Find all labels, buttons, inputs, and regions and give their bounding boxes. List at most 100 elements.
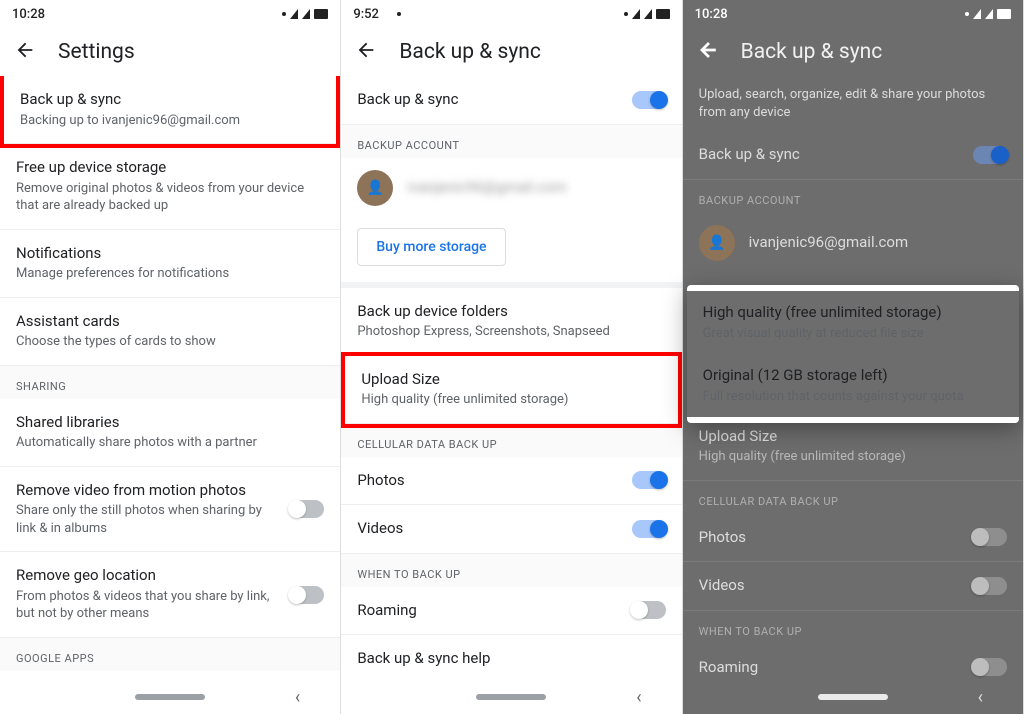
app-bar: Back up & sync <box>683 28 1023 76</box>
status-bar: 10:28 <box>0 0 340 28</box>
row-subtitle: Backing up to ivanjenic96@gmail.com <box>20 112 320 130</box>
toggle-backup-sync <box>973 146 1007 164</box>
row-remove-geo[interactable]: Remove geo location From photos & videos… <box>0 552 340 638</box>
row-title: Upload Size <box>361 370 661 390</box>
option-title: Original (12 GB storage left) <box>703 366 1003 386</box>
row-assistant-cards[interactable]: Assistant cards Choose the types of card… <box>0 298 340 366</box>
row-title: Roaming <box>699 658 963 678</box>
settings-list: Back up & sync Backing up to ivanjenic96… <box>0 76 340 680</box>
row-device-folders[interactable]: Back up device folders Photoshop Express… <box>341 288 681 356</box>
row-title: Back up & sync <box>699 145 963 165</box>
avatar: 👤 <box>357 170 393 206</box>
row-google-drive[interactable]: Google Drive Sync photos & videos from G… <box>0 671 340 680</box>
section-google-apps: GOOGLE APPS <box>0 638 340 671</box>
section-cellular: CELLULAR DATA BACK UP <box>341 424 681 457</box>
back-arrow-icon[interactable] <box>355 39 377 65</box>
row-videos-cellular: Videos <box>683 562 1023 611</box>
row-backup-sync-toggle: Back up & sync <box>683 131 1023 180</box>
row-backup-account[interactable]: 👤 ivanjenic96@gmail.com <box>341 158 681 218</box>
nav-home-pill[interactable] <box>476 694 546 700</box>
status-bar: 10:28 <box>683 0 1023 28</box>
option-original[interactable]: Original (12 GB storage left) Full resol… <box>687 354 1019 417</box>
phone-settings: 10:28 Settings Back up & sync Backing up… <box>0 0 341 714</box>
row-title: Upload Size <box>699 427 1007 447</box>
status-bar: 9:52 <box>341 0 681 28</box>
row-remove-motion[interactable]: Remove video from motion photos Share on… <box>0 467 340 553</box>
option-subtitle: Great visual quality at reduced file siz… <box>703 325 1003 343</box>
toggle-remove-motion[interactable] <box>290 500 324 518</box>
row-shared-libraries[interactable]: Shared libraries Automatically share pho… <box>0 399 340 467</box>
toggle-photos-cellular <box>973 528 1007 546</box>
back-arrow-icon[interactable] <box>697 39 719 65</box>
row-title: Notifications <box>16 244 324 264</box>
signal-icon <box>973 9 981 19</box>
row-subtitle: Automatically share photos with a partne… <box>16 434 324 452</box>
page-title: Back up & sync <box>741 40 883 64</box>
buy-more-storage-button[interactable]: Buy more storage <box>357 228 505 266</box>
row-backup-help[interactable]: Back up & sync help <box>341 635 681 680</box>
section-sharing: SHARING <box>0 366 340 399</box>
status-dot-icon <box>624 12 628 16</box>
page-title: Settings <box>58 40 135 64</box>
nav-back-icon[interactable]: ‹ <box>978 687 983 708</box>
highlight-upload-size: Upload Size High quality (free unlimited… <box>341 352 681 428</box>
option-high-quality[interactable]: High quality (free unlimited storage) Gr… <box>687 291 1019 354</box>
clock-text: 10:28 <box>12 7 45 22</box>
nav-home-pill[interactable] <box>135 694 205 700</box>
row-backup-sync-toggle[interactable]: Back up & sync <box>341 76 681 125</box>
row-title: Free up device storage <box>16 158 324 178</box>
row-title: Videos <box>357 519 621 539</box>
signal-icon <box>985 9 993 19</box>
section-cellular: CELLULAR DATA BACK UP <box>683 481 1023 514</box>
row-videos-cellular[interactable]: Videos <box>341 505 681 554</box>
option-subtitle: Full resolution that counts against your… <box>703 388 1003 406</box>
toggle-roaming[interactable] <box>632 601 666 619</box>
account-email: ivanjenic96@gmail.com <box>749 233 908 253</box>
clock-text: 10:28 <box>695 7 728 22</box>
row-subtitle: Photoshop Express, Screenshots, Snapseed <box>357 323 665 341</box>
app-bar: Back up & sync <box>341 28 681 76</box>
row-title: Back up device folders <box>357 302 665 322</box>
row-photos-cellular[interactable]: Photos <box>341 457 681 506</box>
row-notifications[interactable]: Notifications Manage preferences for not… <box>0 230 340 298</box>
row-backup-sync[interactable]: Back up & sync Backing up to ivanjenic96… <box>4 76 336 144</box>
row-free-up-storage[interactable]: Free up device storage Remove original p… <box>0 144 340 230</box>
page-title: Back up & sync <box>399 40 541 64</box>
row-title: Photos <box>699 528 963 548</box>
row-subtitle: Remove original photos & videos from you… <box>16 180 324 215</box>
status-dot-icon <box>397 12 401 16</box>
status-dot-icon <box>965 12 969 16</box>
signal-icon <box>290 9 298 19</box>
nav-back-icon[interactable]: ‹ <box>295 687 300 708</box>
row-subtitle: Choose the types of cards to show <box>16 333 324 351</box>
clock-text: 9:52 <box>353 7 379 22</box>
toggle-roaming <box>973 658 1007 676</box>
toggle-videos-cellular[interactable] <box>632 520 666 538</box>
account-email: ivanjenic96@gmail.com <box>407 178 566 198</box>
option-title: High quality (free unlimited storage) <box>703 303 1003 323</box>
row-subtitle: High quality (free unlimited storage) <box>361 391 661 409</box>
phone-backup-sync: 9:52 Back up & sync Back up & sync BACKU… <box>341 0 682 714</box>
nav-back-icon[interactable]: ‹ <box>636 687 641 708</box>
row-title: Remove video from motion photos <box>16 481 280 501</box>
upload-size-dialog[interactable]: High quality (free unlimited storage) Gr… <box>687 285 1019 423</box>
signal-icon <box>632 9 640 19</box>
toggle-photos-cellular[interactable] <box>632 471 666 489</box>
section-when: WHEN TO BACK UP <box>341 554 681 587</box>
system-nav-bar: ‹ <box>683 680 1023 714</box>
section-when: WHEN TO BACK UP <box>683 611 1023 644</box>
row-photos-cellular: Photos <box>683 514 1023 563</box>
row-roaming[interactable]: Roaming <box>341 587 681 636</box>
nav-home-pill[interactable] <box>818 694 888 700</box>
battery-icon <box>997 9 1011 19</box>
toggle-remove-geo[interactable] <box>290 586 324 604</box>
highlight-backup-sync: Back up & sync Backing up to ivanjenic96… <box>0 76 340 148</box>
row-title: Shared libraries <box>16 413 324 433</box>
row-upload-size[interactable]: Upload Size High quality (free unlimited… <box>345 356 677 424</box>
back-arrow-icon[interactable] <box>14 39 36 65</box>
row-title: Back up & sync <box>20 90 320 110</box>
toggle-backup-sync[interactable] <box>632 91 666 109</box>
row-title: Photos <box>357 471 621 491</box>
row-subtitle: Manage preferences for notifications <box>16 265 324 283</box>
section-backup-account: BACKUP ACCOUNT <box>683 180 1023 213</box>
